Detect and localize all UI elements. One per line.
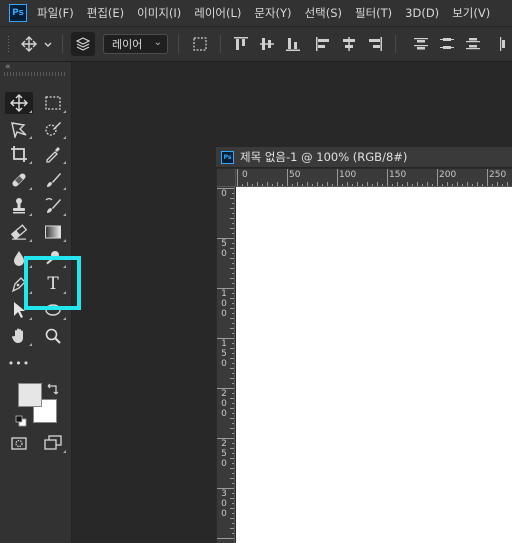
menu-3d[interactable]: 3D(D): [405, 6, 439, 20]
distribute-top-icon[interactable]: [411, 27, 431, 61]
menu-bar: Ps 파일(F) 편집(E) 이미지(I) 레이어(L) 문자(Y) 선택(S)…: [0, 0, 512, 26]
eyedropper-icon: [46, 147, 60, 163]
stamp-icon: [13, 198, 25, 214]
chevron-down-icon: ⌄: [153, 37, 162, 48]
gradient-icon: [45, 225, 61, 239]
auto-select-target-value: 레이어: [112, 38, 143, 51]
menu-image[interactable]: 이미지(I): [137, 5, 181, 21]
quick-mask-icon: [11, 437, 27, 450]
menu-file[interactable]: 파일(F): [37, 5, 74, 21]
rectangular-marquee-tool[interactable]: [39, 92, 67, 114]
ruler-label: 200: [439, 170, 457, 180]
photoshop-logo[interactable]: Ps: [9, 4, 27, 22]
hand-tool[interactable]: [5, 325, 33, 347]
lasso-tool[interactable]: [5, 118, 33, 140]
eraser-icon: [10, 224, 28, 240]
foreground-color-swatch[interactable]: [18, 383, 42, 407]
options-bar-grip: [3, 27, 15, 61]
auto-select-target-dropdown[interactable]: 레이어 ⌄: [103, 34, 168, 54]
move-tool[interactable]: [5, 92, 33, 114]
gradient-tool[interactable]: [39, 221, 67, 243]
ruler-label: 50: [221, 239, 227, 259]
distribute-left-icon[interactable]: [495, 27, 511, 61]
brush-icon: [47, 173, 61, 187]
move-icon: [21, 36, 52, 52]
ellipsis-icon: •••: [7, 356, 31, 370]
brush-tool[interactable]: [39, 169, 67, 191]
quick-selection-icon: [45, 122, 61, 136]
vertical-ruler[interactable]: 0 50 100 150 200 250 300: [217, 187, 235, 543]
panel-grip[interactable]: [4, 72, 66, 76]
layers-stack-icon: [71, 32, 95, 56]
crop-tool[interactable]: [5, 143, 33, 165]
magnifier-icon: [45, 328, 61, 344]
ruler-ticks: [237, 169, 508, 186]
horizontal-ruler[interactable]: 0 50 100 150 200 250: [236, 169, 512, 187]
swap-colors-icon[interactable]: [47, 381, 61, 395]
quick-mask-mode-button[interactable]: [5, 432, 33, 454]
type-tool-highlight: [24, 256, 81, 310]
ruler-label: 50: [289, 170, 301, 180]
screen-mode-button[interactable]: [39, 432, 67, 454]
menu-layer[interactable]: 레이어(L): [194, 5, 241, 21]
eyedropper-tool[interactable]: [39, 143, 67, 165]
distribute-bottom-icon[interactable]: [463, 27, 483, 61]
ruler-label: 150: [221, 339, 227, 369]
align-top-icon[interactable]: [231, 27, 251, 61]
menu-type[interactable]: 문자(Y): [254, 5, 291, 21]
tool-preset-picker[interactable]: [18, 27, 56, 61]
polygonal-lasso-icon: [11, 122, 27, 138]
ruler-label: 300: [221, 489, 227, 519]
ruler-label: 0: [242, 170, 248, 180]
menu-filter[interactable]: 필터(T): [355, 5, 392, 21]
ps-document-icon: Ps: [221, 150, 234, 164]
ruler-label: 100: [339, 170, 357, 180]
ruler-origin[interactable]: [217, 169, 236, 187]
align-left-icon[interactable]: [313, 27, 333, 61]
eraser-tool[interactable]: [5, 221, 33, 243]
show-transform-controls-icon[interactable]: [188, 27, 212, 61]
collapse-panel-icon[interactable]: «: [5, 62, 11, 72]
ruler-label: 0: [221, 189, 227, 199]
ruler-label: 200: [221, 389, 227, 419]
ruler-label: 150: [389, 170, 407, 180]
clone-stamp-tool[interactable]: [5, 195, 33, 217]
align-bottom-icon[interactable]: [283, 27, 303, 61]
bandage-icon: [12, 173, 26, 187]
default-colors-icon[interactable]: [15, 412, 27, 427]
crop-icon: [11, 146, 27, 162]
distribute-vertical-center-icon[interactable]: [437, 27, 457, 61]
align-horizontal-center-icon[interactable]: [339, 27, 359, 61]
document-tab[interactable]: Ps 제목 없음-1 @ 100% (RGB/8#): [216, 147, 512, 168]
ruler-label: 250: [489, 170, 507, 180]
menu-view[interactable]: 보기(V): [452, 5, 490, 21]
history-brush-tool[interactable]: [39, 195, 67, 217]
marquee-rect-icon: [45, 96, 61, 110]
auto-select-toggle[interactable]: [70, 27, 96, 61]
hand-icon: [11, 328, 23, 343]
options-bar: 레이어 ⌄: [0, 26, 512, 62]
align-vertical-center-icon[interactable]: [257, 27, 277, 61]
move-icon: [10, 94, 28, 112]
document-title: 제목 없음-1 @ 100% (RGB/8#): [240, 150, 408, 164]
edit-toolbar-button[interactable]: •••: [5, 352, 33, 374]
menu-edit[interactable]: 편집(E): [87, 5, 124, 21]
align-right-icon[interactable]: [365, 27, 385, 61]
ruler-label: 250: [221, 439, 227, 469]
menu-select[interactable]: 선택(S): [305, 5, 342, 21]
screen-mode-icon: [44, 435, 62, 450]
healing-brush-tool[interactable]: [5, 169, 33, 191]
zoom-tool[interactable]: [39, 325, 67, 347]
document-canvas[interactable]: [236, 187, 512, 543]
quick-selection-tool[interactable]: [39, 118, 67, 140]
history-brush-icon: [45, 198, 61, 213]
ruler-label: 100: [221, 289, 227, 319]
